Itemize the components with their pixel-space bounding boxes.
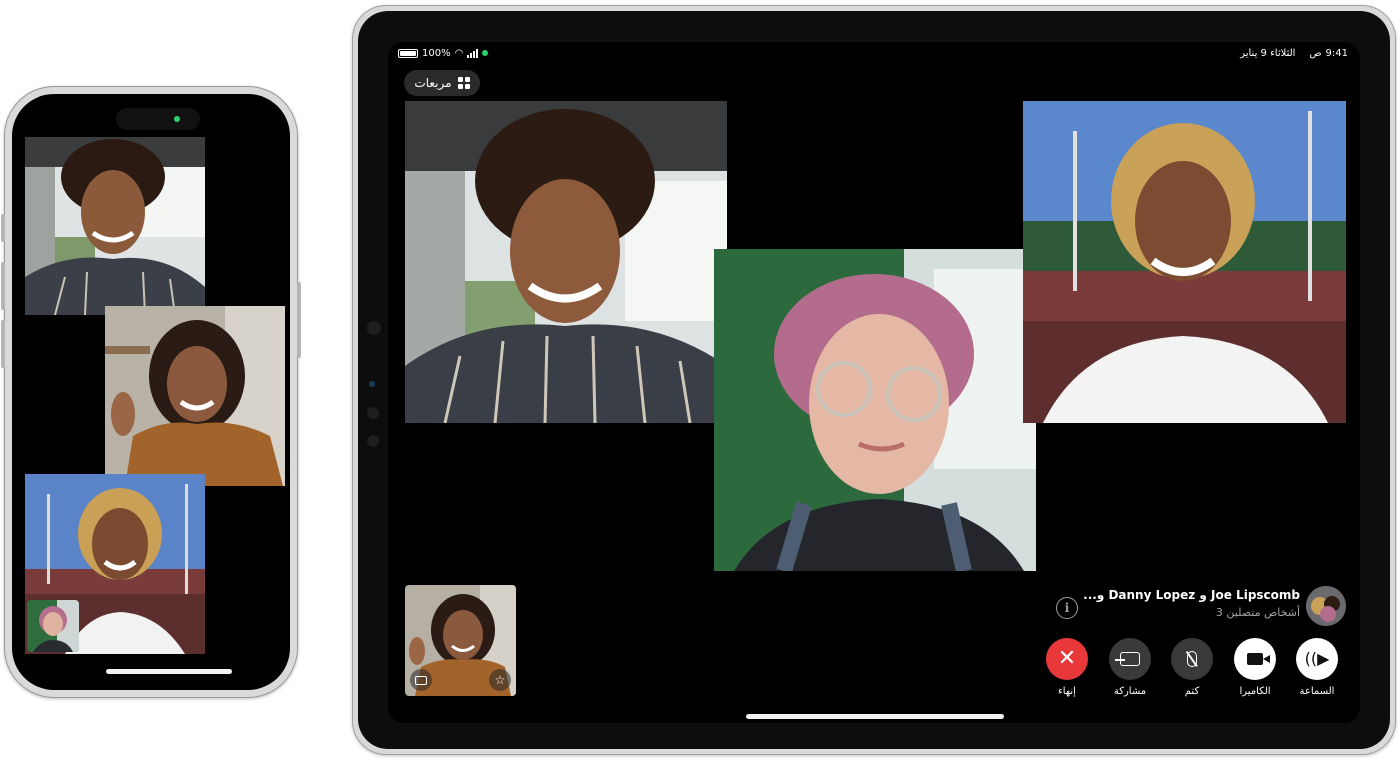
participant-tile-1[interactable] [405,101,727,423]
battery-percentage: 100% [422,47,451,59]
status-date: الثلاثاء 9 يناير [1240,47,1296,59]
microphone-in-use-indicator [482,50,489,56]
grid-layout-label: مربعات [414,76,452,90]
battery-icon [398,48,418,58]
ipad-sensor-2 [367,407,379,419]
speaker-button[interactable]: ((▶ [1296,638,1338,680]
end-call-label: إنهاء [1058,686,1076,697]
camera-button[interactable] [1234,638,1276,680]
flip-camera-icon [415,675,427,685]
effects-button[interactable]: ☆ [489,669,511,691]
grid-layout-button[interactable]: مربعات [404,70,480,96]
iphone-device [1,86,301,698]
shareplay-icon [1115,652,1140,666]
mic-slash-icon [1186,650,1198,667]
iphone-action-button [1,214,5,242]
phone-participant-tile-3[interactable] [25,474,205,654]
phone-home-indicator[interactable] [106,669,232,674]
group-avatar[interactable] [1306,586,1346,626]
info-button[interactable]: i [1056,597,1078,619]
speaker-icon: ((▶ [1304,649,1330,668]
iphone-volume-down-button [1,320,5,368]
dynamic-island [116,108,200,130]
end-call-button[interactable]: ✕ [1046,638,1088,680]
mute-label: كتم [1184,686,1200,697]
grid-icon [457,77,470,89]
cellular-signal-icon [467,48,479,58]
mute-control[interactable]: كتم [1165,638,1219,697]
self-view-tile[interactable]: ☆ [405,585,516,696]
ipad-sensor [369,381,375,387]
camera-in-use-indicator [174,116,180,122]
iphone-power-button [297,282,301,358]
camera-label: الكاميرا [1239,686,1271,697]
mute-button[interactable] [1171,638,1213,680]
camera-control[interactable]: الكاميرا [1228,638,1282,697]
status-bar-right: الثلاثاء 9 يناير ص 9:41 [1240,45,1348,61]
wifi-icon: ◠ [454,47,464,59]
shareplay-label: مشاركة [1113,686,1147,697]
ipad-camera [367,321,381,335]
ipad-device: 100% ◠ الثلاثاء 9 يناير ص 9:41 مربعات ☆ … [352,5,1396,755]
participant-tile-3[interactable] [1023,101,1346,423]
status-time: 9:41 [1325,47,1348,59]
shareplay-control[interactable]: مشاركة [1103,638,1157,697]
participant-tile-2[interactable] [714,249,1036,571]
close-icon: ✕ [1057,646,1077,671]
speaker-control[interactable]: ((▶ السماعة [1290,638,1344,697]
star-effects-icon: ☆ [494,673,506,687]
phone-participant-tile-1[interactable] [25,137,205,315]
iphone-volume-up-button [1,262,5,310]
flip-camera-button[interactable] [410,669,432,691]
end-call-control[interactable]: ✕ إنهاء [1040,638,1094,697]
video-camera-icon [1247,653,1270,665]
status-period: ص [1309,47,1322,59]
call-info[interactable]: Joe Lipscomb و Danny Lopez و... 3 أشخاص … [1083,588,1300,619]
status-bar-left: 100% ◠ [398,45,489,61]
shareplay-button[interactable] [1109,638,1151,680]
speaker-label: السماعة [1299,686,1335,697]
call-participants-count: 3 أشخاص متصلين [1215,606,1300,619]
call-participants-title: Joe Lipscomb و Danny Lopez و... [1083,588,1300,602]
phone-participant-tile-2[interactable] [105,306,285,486]
ipad-screen: 100% ◠ الثلاثاء 9 يناير ص 9:41 مربعات ☆ … [388,42,1360,723]
phone-self-view[interactable] [27,600,79,652]
iphone-screen [12,94,290,690]
ipad-sensor-3 [367,435,379,447]
info-icon: i [1064,601,1070,615]
ipad-home-indicator[interactable] [746,714,1004,719]
